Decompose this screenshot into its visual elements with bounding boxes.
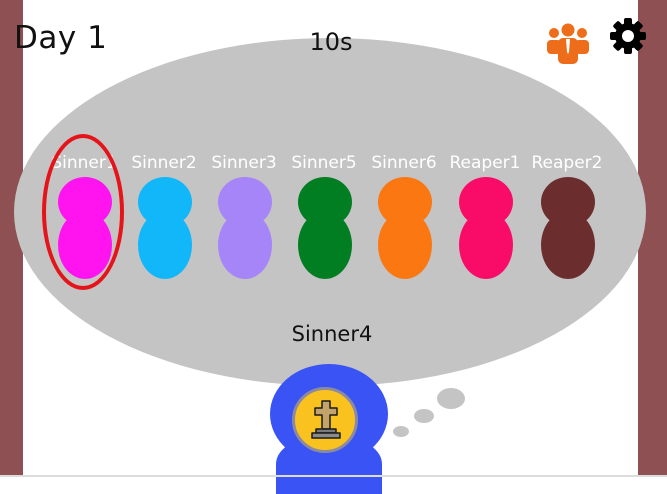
speaker-avatar bbox=[270, 364, 388, 494]
character-reaper2[interactable]: Reaper2 bbox=[526, 153, 608, 283]
status-badge bbox=[292, 387, 358, 453]
character-sinner6[interactable]: Sinner6 bbox=[363, 153, 445, 283]
character-head bbox=[459, 177, 513, 227]
character-reaper1[interactable]: Reaper1 bbox=[444, 153, 526, 283]
countdown-timer: 10s bbox=[309, 28, 353, 56]
right-wall bbox=[638, 0, 667, 477]
character-head bbox=[58, 177, 112, 227]
players-group-icon bbox=[547, 23, 589, 64]
day-label: Day 1 bbox=[14, 20, 108, 56]
character-head bbox=[298, 177, 352, 227]
players-button[interactable] bbox=[545, 22, 591, 64]
gear-icon bbox=[610, 18, 646, 54]
character-name: Reaper2 bbox=[531, 153, 603, 173]
settings-button[interactable] bbox=[608, 16, 648, 56]
character-head bbox=[138, 177, 192, 227]
grave-cross-icon bbox=[311, 400, 341, 439]
character-head bbox=[378, 177, 432, 227]
speaker-name: Sinner4 bbox=[291, 322, 373, 346]
character-head bbox=[541, 177, 595, 227]
character-head bbox=[218, 177, 272, 227]
thought-dot-medium bbox=[414, 409, 434, 423]
thought-dot-small bbox=[393, 426, 409, 437]
thought-dot-large bbox=[437, 388, 465, 409]
